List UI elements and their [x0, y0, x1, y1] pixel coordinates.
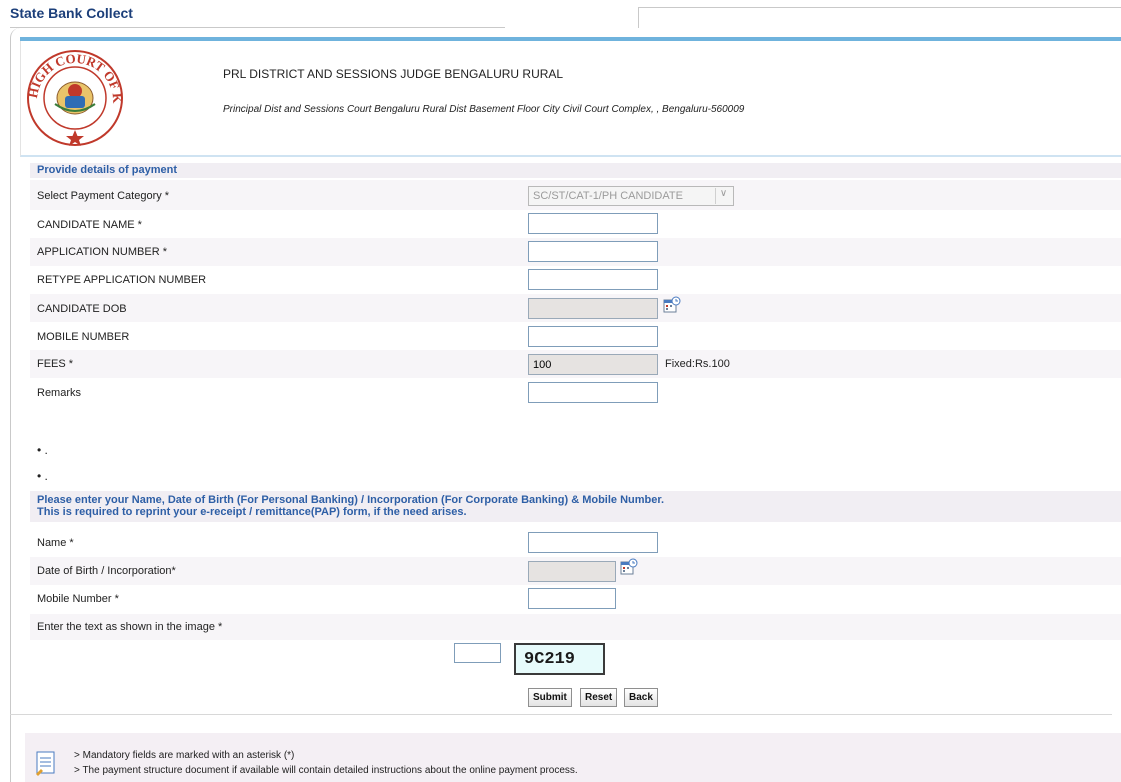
bullet-item: • .: [37, 469, 48, 483]
candidate-dob-label: CANDIDATE DOB: [37, 303, 127, 315]
calendar-icon[interactable]: [620, 558, 638, 576]
reset-button[interactable]: Reset: [580, 688, 618, 707]
fees-input: [528, 354, 658, 375]
top-bar: State Bank Collect: [0, 0, 1121, 28]
dob-input[interactable]: [528, 561, 616, 582]
candidate-name-input[interactable]: [528, 213, 658, 234]
court-address: Principal Dist and Sessions Court Bengal…: [223, 104, 745, 115]
app-title: State Bank Collect: [10, 5, 133, 21]
submit-button[interactable]: Submit: [528, 688, 572, 707]
divider: [10, 714, 1112, 715]
personal-section-line1: Please enter your Name, Date of Birth (F…: [37, 494, 665, 506]
chevron-down-icon: ∨: [715, 188, 731, 204]
category-label: Select Payment Category *: [37, 190, 170, 202]
candidate-dob-input[interactable]: [528, 298, 658, 319]
note-mandatory: > Mandatory fields are marked with an as…: [74, 750, 295, 761]
fees-fixed-note: Fixed:Rs.100: [665, 358, 730, 370]
captcha-label: Enter the text as shown in the image *: [37, 621, 223, 633]
retype-application-number-label: RETYPE APPLICATION NUMBER: [37, 274, 207, 286]
mobile-number-label: MOBILE NUMBER: [37, 331, 130, 343]
candidate-name-label: CANDIDATE NAME *: [37, 219, 142, 231]
mobile-number-input[interactable]: [528, 326, 658, 347]
bullet-item: • .: [37, 443, 48, 457]
application-number-input[interactable]: [528, 241, 658, 262]
payment-section-title: Provide details of payment: [30, 163, 1121, 178]
remarks-label: Remarks: [37, 387, 82, 399]
captcha-input[interactable]: [454, 643, 501, 663]
calendar-icon[interactable]: [663, 296, 681, 314]
retype-application-number-input[interactable]: [528, 269, 658, 290]
payment-category-value: SC/ST/CAT-1/PH CANDIDATE: [533, 190, 683, 202]
remarks-input[interactable]: [528, 382, 658, 403]
divider: [638, 7, 639, 28]
application-number-label: APPLICATION NUMBER *: [37, 246, 167, 258]
court-name: PRL DISTRICT AND SESSIONS JUDGE BENGALUR…: [223, 67, 564, 81]
payment-category-select[interactable]: SC/ST/CAT-1/PH CANDIDATE ∨: [528, 186, 734, 206]
fees-label: FEES *: [37, 358, 74, 370]
notepad-icon: [36, 751, 55, 776]
name-label: Name *: [37, 537, 74, 549]
court-logo: HIGH COURT OF KARNATAKA: [25, 46, 125, 146]
personal-section-title: Please enter your Name, Date of Birth (F…: [30, 491, 1121, 522]
divider: [638, 7, 1121, 8]
note-payment-structure: > The payment structure document if avai…: [74, 765, 578, 776]
mobile-input[interactable]: [528, 588, 616, 609]
personal-section-line2: This is required to reprint your e-recei…: [37, 506, 467, 518]
captcha-image: 9C219: [514, 643, 605, 675]
name-input[interactable]: [528, 532, 658, 553]
mobile-label: Mobile Number *: [37, 593, 119, 605]
dob-label: Date of Birth / Incorporation*: [37, 565, 176, 577]
court-header: [20, 41, 1121, 157]
back-button[interactable]: Back: [624, 688, 658, 707]
